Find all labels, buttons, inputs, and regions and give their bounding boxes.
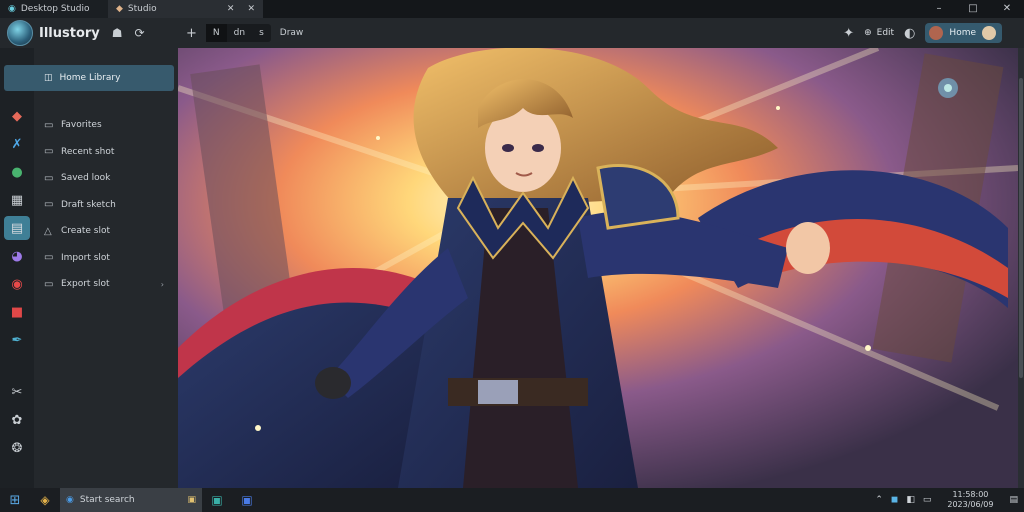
sidebar-item-label: Create slot [61, 226, 110, 237]
chevron-right-icon: › [160, 279, 164, 289]
sidebar-item-export[interactable]: ▭ Export slot › [44, 271, 164, 298]
sidebar-item-recent[interactable]: ▭ Recent shot [44, 139, 164, 166]
sidebar-item-label: Export slot [61, 279, 110, 290]
avatar [929, 26, 944, 40]
rail-media-icon[interactable]: ■ [4, 300, 30, 324]
tab-label: Desktop Studio [20, 4, 90, 14]
app-window: ◉ Desktop Studio ◆ Studio ✕ ✕ – □ ✕ Illu… [0, 0, 1024, 512]
sidebar-item-label: Favorites [61, 120, 102, 131]
scrollbar-thumb[interactable] [1019, 78, 1023, 378]
rail-tools-icon[interactable]: ✂ [4, 380, 30, 404]
brand-logo-icon[interactable] [7, 20, 33, 46]
title-bar: ◉ Desktop Studio ◆ Studio ✕ ✕ – □ ✕ [0, 0, 1024, 18]
sidebar-item-import[interactable]: ▭ Import slot [44, 245, 164, 272]
taskbar-app-icon[interactable]: ▣ [202, 493, 232, 507]
chat-icon[interactable]: ◐ [904, 26, 915, 41]
clock-time: 11:58:00 [952, 490, 989, 499]
folder-icon: ▭ [44, 146, 54, 158]
gamepad-icon[interactable]: ☗ [112, 26, 123, 40]
rail-settings-icon[interactable]: ✿ [4, 408, 30, 432]
taskbar-app-icon[interactable]: ▣ [232, 493, 262, 507]
sidebar-item-label: Saved look [61, 173, 111, 184]
close-button[interactable]: ✕ [990, 0, 1024, 18]
search-placeholder: Start search [79, 495, 135, 505]
clock-date: 2023/06/09 [947, 500, 994, 509]
tab-label: Studio [127, 4, 157, 14]
triangle-icon: △ [44, 225, 52, 237]
segment-control: N dn s [205, 24, 271, 42]
edit-label: Edit [876, 28, 895, 38]
segment-item[interactable]: N [205, 24, 227, 42]
icon-rail: ✎ ◆ ✗ ● ▦ ▤ ◕ ◉ ■ ✒ ✂ ✿ ❂ [0, 48, 34, 488]
sidebar-panel: ◫ Home Library ▭ Favorites ▭ Recent shot… [4, 48, 178, 488]
folder-icon: ▭ [44, 199, 54, 211]
toolbar-right: ✦ ⊕ Edit ◐ Home [843, 23, 1024, 43]
start-button[interactable]: ⊞ [0, 493, 30, 508]
draw-label[interactable]: Draw [280, 28, 304, 38]
folder-icon: ▭ [44, 252, 54, 264]
edit-icon: ⊕ [864, 28, 872, 38]
network-icon[interactable]: ◼ [891, 495, 898, 505]
sidebar-menu: ▭ Favorites ▭ Recent shot ▭ Saved look ▭… [44, 112, 164, 298]
new-tab-button[interactable]: + [186, 26, 197, 41]
profile-chip[interactable]: Home [925, 23, 1002, 43]
artwork-illustration [178, 48, 1018, 488]
studio-tab-icon: ◆ [116, 4, 123, 14]
maximize-button[interactable]: □ [956, 0, 990, 18]
speaker-icon[interactable]: ◧ [906, 495, 915, 505]
rail-help-icon[interactable]: ❂ [4, 436, 30, 460]
tab-desktop-studio[interactable]: ◉ Desktop Studio [0, 0, 108, 18]
battery-icon[interactable]: ▭ [923, 495, 932, 505]
sidebar-header[interactable]: ◫ Home Library [4, 65, 174, 91]
folder-icon: ▭ [44, 119, 54, 131]
avatar-secondary [982, 26, 996, 40]
artwork-canvas[interactable] [178, 48, 1018, 488]
rail-brush-icon[interactable]: ✒ [4, 328, 30, 352]
pin-icon[interactable]: ✦ [843, 26, 854, 41]
rail-record-icon[interactable]: ◉ [4, 272, 30, 296]
window-controls: – □ ✕ [922, 0, 1024, 18]
rail-globe-icon[interactable]: ● [4, 160, 30, 184]
tab-studio[interactable]: ◆ Studio ✕ ✕ [108, 0, 263, 18]
sidebar-item-label: Import slot [61, 252, 110, 263]
rail-palette-icon[interactable]: ◕ [4, 244, 30, 268]
toolbar: Illustory ☗ ⟳ + N dn s Draw ✦ ⊕ Edit ◐ H… [0, 18, 1024, 48]
vertical-scrollbar[interactable] [1018, 48, 1024, 488]
refresh-icon[interactable]: ⟳ [135, 26, 145, 40]
search-app-icon: ▣ [187, 495, 196, 505]
folder-icon: ▭ [44, 278, 54, 290]
segment-item[interactable]: dn [227, 24, 252, 42]
notification-icon[interactable]: ▤ [1009, 495, 1018, 505]
minimize-button[interactable]: – [922, 0, 956, 18]
sidebar-item-label: Recent shot [61, 146, 115, 157]
taskbar-app-icon[interactable]: ◈ [30, 493, 60, 507]
rail-grid-icon[interactable]: ▦ [4, 188, 30, 212]
clock[interactable]: 11:58:00 2023/06/09 [947, 490, 993, 510]
toolbar-left: + N dn s Draw [178, 24, 303, 42]
brand: Illustory ☗ ⟳ [0, 20, 178, 46]
edit-chip[interactable]: ⊕ Edit [864, 28, 894, 38]
sidebar-item-favorites[interactable]: ▭ Favorites [44, 112, 164, 139]
brand-name: Illustory [39, 25, 100, 41]
rail-tag-icon[interactable]: ◆ [4, 104, 30, 128]
sidebar-item-label: Draft sketch [61, 199, 116, 210]
rail-bolt-icon[interactable]: ✗ [4, 132, 30, 156]
sidebar-item-draft[interactable]: ▭ Draft sketch [44, 192, 164, 219]
browser-icon: ◉ [66, 495, 74, 505]
sidebar-item-saved[interactable]: ▭ Saved look [44, 165, 164, 192]
chevron-up-icon[interactable]: ⌃ [875, 495, 883, 505]
taskbar-search[interactable]: ◉ Start search ▣ [60, 488, 202, 512]
rail-notes-icon[interactable]: ▤ [4, 216, 30, 240]
segment-item[interactable]: s [252, 24, 271, 42]
folder-icon: ▭ [44, 172, 54, 184]
taskbar: ⊞ ◈ ◉ Start search ▣ ▣ ▣ ⌃ ◼ ◧ ▭ 11:58:0… [0, 488, 1024, 512]
profile-label: Home [949, 28, 976, 38]
tab-close-icon[interactable]: ✕ [227, 4, 235, 14]
tab-close-icon[interactable]: ✕ [247, 4, 255, 14]
sidebar-item-create[interactable]: △ Create slot [44, 218, 164, 245]
app-logo-icon: ◉ [8, 4, 16, 14]
sidebar-header-label: Home Library [59, 73, 121, 83]
system-tray: ⌃ ◼ ◧ ▭ 11:58:00 2023/06/09 ▤ [875, 490, 1024, 510]
library-icon: ◫ [44, 73, 53, 83]
